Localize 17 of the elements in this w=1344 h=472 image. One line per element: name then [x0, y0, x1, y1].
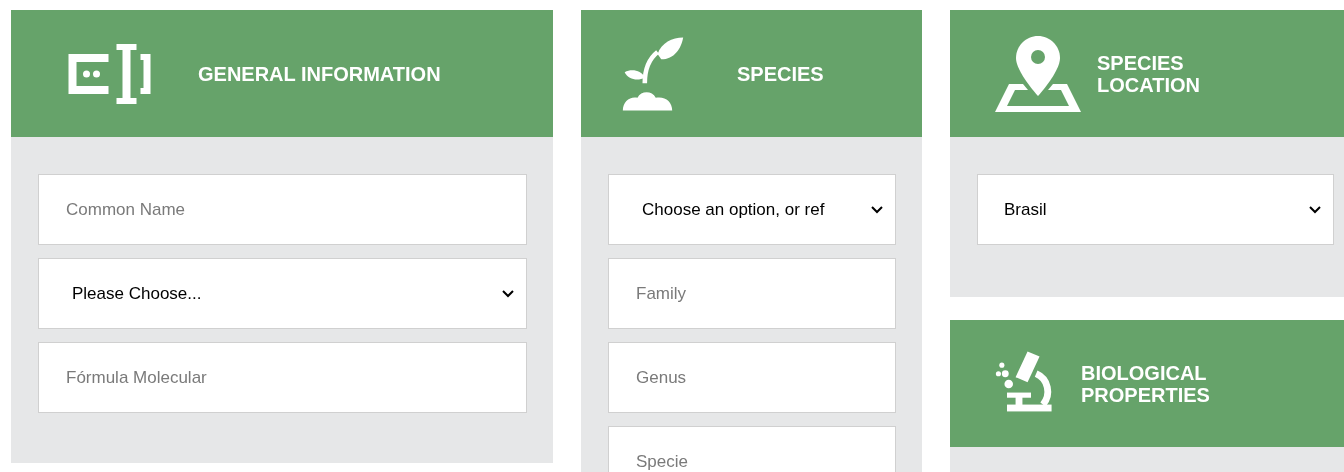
input-field[interactable]: Common Name: [38, 174, 527, 245]
chevron-down-icon: [871, 205, 883, 214]
card-title: BIOLOGICAL PROPERTIES: [1081, 361, 1211, 406]
input-field[interactable]: Fórmula Molecular: [38, 342, 527, 413]
card-title: SPECIES: [737, 62, 824, 85]
map-pin-icon: [995, 33, 1081, 114]
input-field[interactable]: Family: [608, 258, 896, 329]
chevron-down-icon: [1309, 205, 1321, 214]
input-field[interactable]: Specie: [608, 426, 896, 472]
select-field[interactable]: Please Choose...: [38, 258, 527, 329]
chevron-down-icon: [502, 289, 514, 298]
text-cursor-icon: [66, 41, 151, 106]
select-field[interactable]: Brasil: [977, 174, 1334, 245]
input-field[interactable]: Genus: [608, 342, 896, 413]
card-title: GENERAL INFORMATION: [198, 62, 441, 85]
card-title: SPECIES LOCATION: [1097, 51, 1201, 96]
select-field[interactable]: Choose an option, or ref: [608, 174, 896, 245]
